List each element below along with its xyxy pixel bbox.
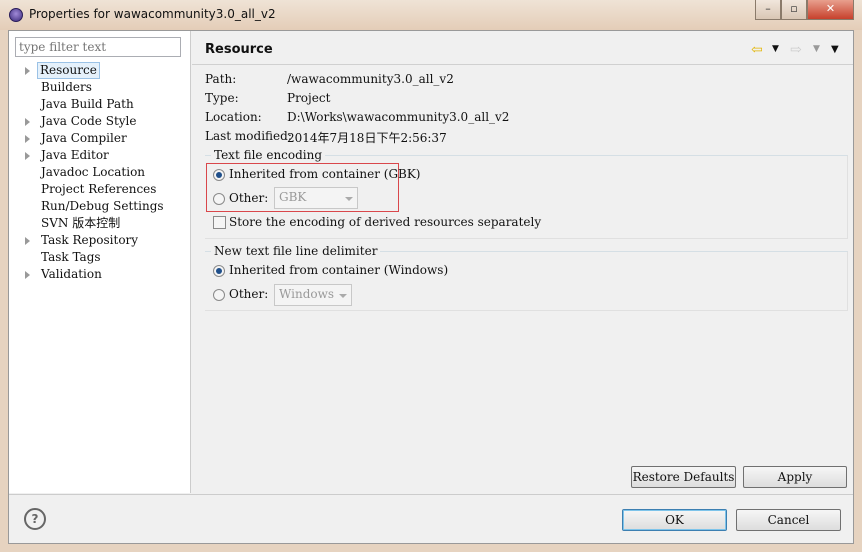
delimiter-combo[interactable]: Windows [274, 284, 352, 306]
forward-arrow-icon[interactable]: ⇨ [790, 42, 802, 58]
tree-item[interactable]: Validation [39, 266, 104, 283]
store-derived-checkbox[interactable] [213, 216, 226, 229]
encoding-other-label: Other: [229, 191, 269, 205]
window-title: Properties for wawacommunity3.0_all_v2 [29, 7, 276, 21]
tree-item[interactable]: Run/Debug Settings [39, 198, 166, 215]
tree-item[interactable]: Java Compiler [39, 130, 129, 147]
chevron-down-icon [345, 197, 353, 201]
last-modified-value: 2014年7月18日下午2:56:37 [287, 131, 447, 145]
chevron-down-icon [339, 294, 347, 298]
encoding-inherited-label: Inherited from container (GBK) [229, 167, 421, 181]
location-label: Location: [205, 110, 262, 124]
tree-item[interactable]: Java Code Style [39, 113, 138, 130]
cancel-button[interactable]: Cancel [736, 509, 841, 531]
help-icon[interactable]: ? [24, 508, 46, 530]
tree-item[interactable]: Java Build Path [39, 96, 136, 113]
eclipse-icon [9, 8, 23, 22]
title-bar: Properties for wawacommunity3.0_all_v2 –… [0, 0, 862, 30]
encoding-other-radio[interactable] [213, 193, 225, 205]
tree-item[interactable]: Project References [39, 181, 158, 198]
type-value: Project [287, 91, 331, 105]
back-menu-icon[interactable]: ▼ [772, 44, 779, 54]
encoding-inherited-radio[interactable] [213, 169, 225, 181]
last-modified-label: Last modified: [205, 129, 292, 143]
tree-item[interactable]: Resource [37, 62, 100, 79]
location-value: D:\Works\wawacommunity3.0_all_v2 [287, 110, 510, 124]
path-value: /wawacommunity3.0_all_v2 [287, 72, 454, 86]
expand-arrow-icon[interactable] [25, 135, 30, 143]
expand-arrow-icon[interactable] [25, 118, 30, 126]
path-label: Path: [205, 72, 237, 86]
ok-button[interactable]: OK [622, 509, 727, 531]
tree-item[interactable]: Task Tags [39, 249, 103, 266]
tree-item[interactable]: Task Repository [39, 232, 140, 249]
delimiter-combo-value: Windows [279, 287, 335, 301]
tree-item[interactable]: Javadoc Location [39, 164, 147, 181]
page-title: Resource [205, 42, 273, 57]
store-derived-label: Store the encoding of derived resources … [229, 215, 542, 229]
tree-item[interactable]: Builders [39, 79, 94, 96]
encoding-combo-value: GBK [279, 190, 307, 204]
minimize-button[interactable]: – [755, 0, 781, 20]
encoding-combo[interactable]: GBK [274, 187, 358, 209]
delimiter-other-label: Other: [229, 287, 269, 301]
type-label: Type: [205, 91, 239, 105]
expand-arrow-icon[interactable] [25, 67, 30, 75]
apply-button[interactable]: Apply [743, 466, 847, 488]
forward-menu-icon[interactable]: ▼ [813, 44, 820, 54]
button-bar-separator [9, 494, 853, 495]
maximize-button[interactable]: ▫ [781, 0, 807, 20]
tree-item[interactable]: Java Editor [39, 147, 111, 164]
restore-defaults-button[interactable]: Restore Defaults [631, 466, 736, 488]
tree-item[interactable]: SVN 版本控制 [39, 215, 122, 232]
expand-arrow-icon[interactable] [25, 271, 30, 279]
view-menu-icon[interactable]: ▼ [831, 44, 839, 55]
delimiter-inherited-radio[interactable] [213, 265, 225, 277]
header-separator [192, 64, 853, 65]
encoding-group-title: Text file encoding [211, 148, 326, 162]
back-arrow-icon[interactable]: ⇦ [751, 42, 763, 58]
expand-arrow-icon[interactable] [25, 152, 30, 160]
delimiter-other-radio[interactable] [213, 289, 225, 301]
expand-arrow-icon[interactable] [25, 237, 30, 245]
delimiter-inherited-label: Inherited from container (Windows) [229, 263, 449, 277]
close-button[interactable]: ✕ [807, 0, 854, 20]
filter-input[interactable] [15, 37, 181, 57]
delimiter-group-title: New text file line delimiter [211, 244, 381, 258]
